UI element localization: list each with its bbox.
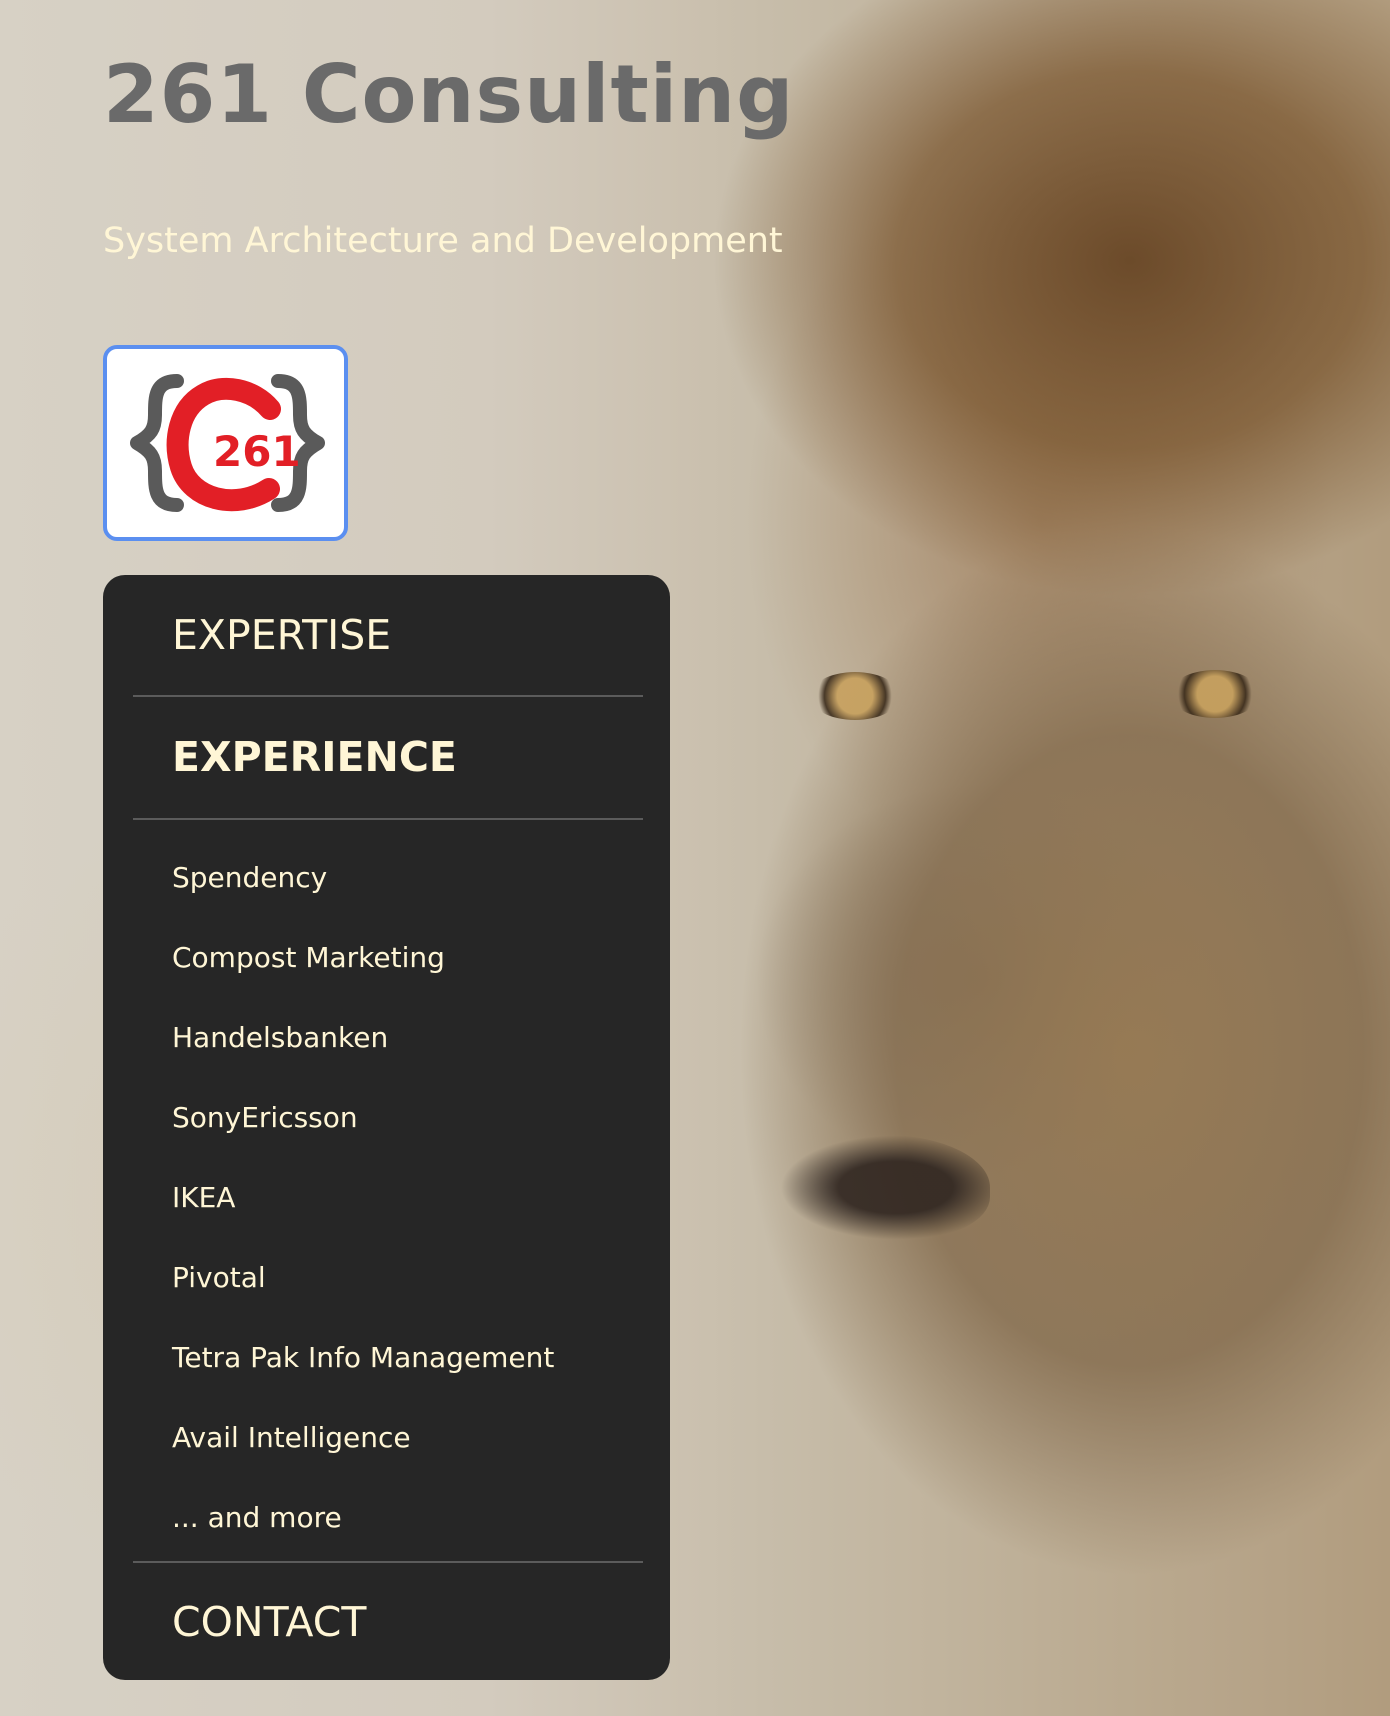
nav-item-label[interactable]: CONTACT [172,1602,366,1643]
site-subtitle: System Architecture and Development [103,221,783,261]
subnav-item-label[interactable]: Tetra Pak Info Management [172,1344,554,1372]
subnav-item-label[interactable]: Pivotal [172,1264,266,1292]
divider [133,1561,643,1563]
subnav-item-label[interactable]: ... and more [172,1504,342,1532]
site-title: 261 Consulting [103,48,795,141]
lion-eye-left [810,672,900,720]
lion-eye-right [1170,670,1260,718]
subnav-item-label[interactable]: IKEA [172,1184,235,1212]
nav-item-label[interactable]: EXPERIENCE [172,737,457,778]
logo-mark-icon: 261 [130,374,325,512]
subnav-item-label[interactable]: Handelsbanken [172,1024,388,1052]
subnav-item-label[interactable]: Spendency [172,864,327,892]
subnav-item-label[interactable]: SonyEricsson [172,1104,358,1132]
subnav-item-label[interactable]: Compost Marketing [172,944,445,972]
nav-item-label[interactable]: EXPERTISE [172,615,391,656]
logo-text: 261 [213,427,301,476]
divider [133,818,643,820]
divider [133,695,643,697]
main-navigation: EXPERTISE EXPERIENCE Spendency Compost M… [103,575,670,1680]
subnav-item-label[interactable]: Avail Intelligence [172,1424,411,1452]
logo[interactable]: 261 [103,345,348,541]
lion-nose [780,1135,990,1240]
